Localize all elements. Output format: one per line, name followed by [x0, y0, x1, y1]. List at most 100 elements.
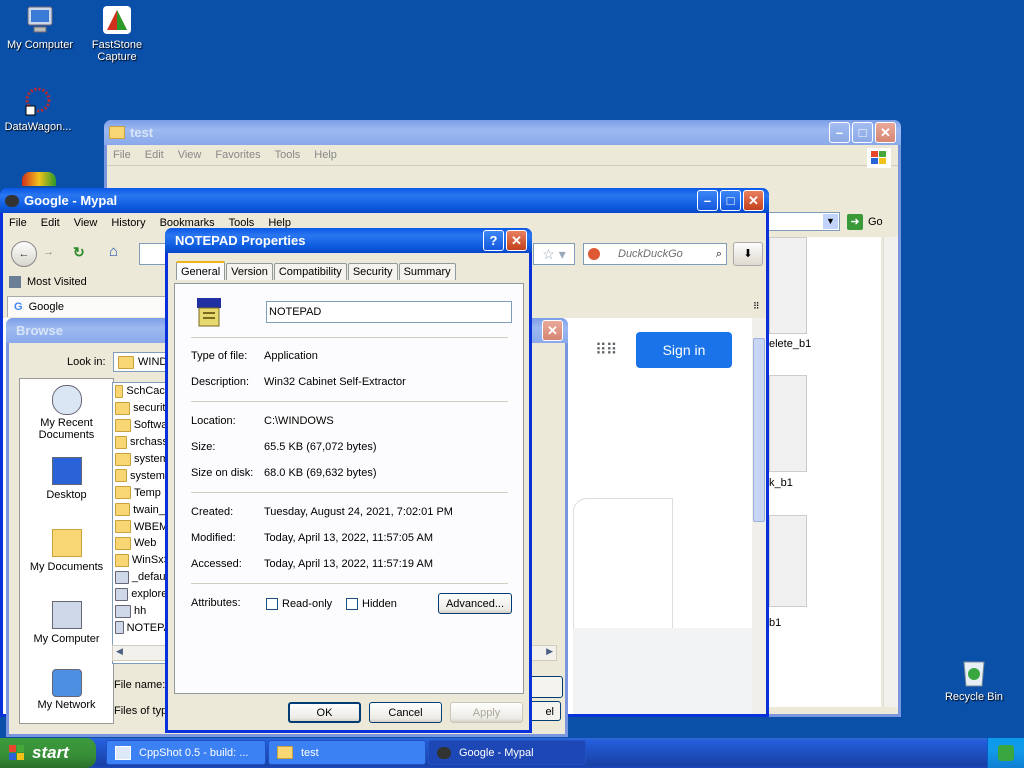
dialog-titlebar[interactable]: NOTEPAD Properties ? ✕	[165, 228, 532, 253]
minimize-button[interactable]: –	[829, 122, 850, 143]
tab-security[interactable]: Security	[347, 263, 398, 280]
hidden-label[interactable]: Hidden	[362, 598, 397, 610]
ok-button[interactable]: OK	[288, 702, 361, 723]
desktop-icon-my-computer[interactable]: My Computer	[0, 4, 80, 51]
list-item[interactable]: Temp	[113, 484, 171, 501]
chevron-right-icon[interactable]: ▶	[546, 646, 553, 657]
list-item[interactable]: Web	[113, 535, 171, 552]
desktop-icon-recycle-bin[interactable]: Recycle Bin	[934, 656, 1014, 703]
list-item[interactable]: WBEM	[113, 518, 171, 535]
file-thumbnail[interactable]	[769, 375, 807, 472]
help-button[interactable]: ?	[483, 230, 504, 251]
footer-area	[573, 628, 752, 714]
home-icon[interactable]: ⌂	[109, 243, 118, 260]
tab-summary[interactable]: Summary	[398, 263, 456, 280]
file-icon	[115, 621, 124, 635]
menu-edit[interactable]: Edit	[41, 217, 60, 229]
minimize-button[interactable]: –	[697, 190, 718, 211]
folder-icon	[115, 452, 131, 466]
desktop-icon-datawagon[interactable]: DataWagon...	[0, 86, 78, 133]
sign-in-button[interactable]: Sign in	[636, 332, 732, 368]
bookmark-most-visited[interactable]: Most Visited	[9, 276, 87, 288]
size-on-disk-value: 68.0 KB (69,632 bytes)	[264, 467, 377, 479]
menu-file[interactable]: File	[9, 217, 27, 229]
menu-edit[interactable]: Edit	[145, 149, 164, 161]
start-button[interactable]: start	[0, 738, 96, 768]
desktop-icon-faststone[interactable]: FastStone Capture	[77, 4, 157, 63]
look-in-dropdown[interactable]: WIND	[113, 352, 173, 372]
file-name-field[interactable]: NOTEPAD	[266, 301, 512, 323]
list-item[interactable]: explorer	[113, 586, 171, 603]
place-my-network[interactable]: My Network	[20, 665, 113, 721]
menu-tools[interactable]: Tools	[275, 149, 301, 161]
scrollbar[interactable]	[883, 237, 898, 707]
chevron-left-icon[interactable]: ◀	[116, 646, 123, 657]
list-item[interactable]: SchCach	[113, 383, 171, 400]
download-button[interactable]: ⬇	[733, 242, 763, 266]
file-thumbnail[interactable]	[769, 515, 807, 607]
hidden-checkbox[interactable]	[346, 598, 358, 610]
taskbar-item-mypal[interactable]: Google - Mypal	[428, 740, 586, 765]
browser-tab-google[interactable]: G Google	[7, 296, 167, 317]
tab-compatibility[interactable]: Compatibility	[273, 263, 347, 280]
tray-icon[interactable]	[998, 745, 1014, 761]
apps-grid-icon[interactable]: ⠿⠿	[595, 340, 617, 360]
file-thumbnail[interactable]	[769, 237, 807, 334]
menu-help[interactable]: Help	[314, 149, 337, 161]
search-box[interactable]: DuckDuckGo ⌕	[583, 243, 727, 265]
reload-icon[interactable]: ↻	[73, 244, 85, 261]
menu-favorites[interactable]: Favorites	[215, 149, 260, 161]
cancel-button[interactable]: Cancel	[369, 702, 442, 723]
back-button[interactable]: ←	[11, 241, 37, 267]
advanced-button[interactable]: Advanced...	[438, 593, 512, 614]
computer-icon	[24, 4, 56, 36]
mypal-titlebar[interactable]: Google - Mypal – □ ✕	[0, 188, 769, 213]
list-item[interactable]: WinSxS	[113, 552, 171, 569]
place-desktop[interactable]: Desktop	[20, 453, 113, 523]
test-window-titlebar[interactable]: test – □ ✕	[104, 120, 901, 145]
list-item[interactable]: Softwar	[113, 417, 171, 434]
properties-dialog[interactable]: NOTEPAD Properties ? ✕ General Version C…	[165, 228, 532, 733]
list-item[interactable]: security	[113, 400, 171, 417]
bookmark-star-icon[interactable]: ☆ ▾	[533, 243, 575, 265]
address-dropdown[interactable]: ▼	[767, 212, 840, 231]
menu-view[interactable]: View	[74, 217, 98, 229]
place-my-computer[interactable]: My Computer	[20, 595, 113, 665]
taskbar-item-test[interactable]: test	[268, 740, 426, 765]
go-arrow-icon: ➜	[847, 214, 863, 230]
readonly-checkbox[interactable]	[266, 598, 278, 610]
maximize-button[interactable]: □	[720, 190, 741, 211]
menu-view[interactable]: View	[178, 149, 202, 161]
search-icon[interactable]: ⌕	[716, 248, 722, 261]
go-button[interactable]: ➜ Go	[847, 212, 883, 232]
menu-file[interactable]: File	[113, 149, 131, 161]
close-button[interactable]: ✕	[743, 190, 764, 211]
list-item[interactable]: system	[113, 451, 171, 468]
notepad-file-icon	[193, 296, 225, 328]
place-my-recent-documents[interactable]: My Recent Documents	[20, 379, 113, 453]
list-item[interactable]: system3	[113, 467, 171, 484]
tab-list-icon[interactable]: ⠿	[753, 301, 760, 312]
list-item[interactable]: srchasst	[113, 434, 171, 451]
tab-version[interactable]: Version	[226, 263, 273, 280]
taskbar: start CppShot 0.5 - build: ... test Goog…	[0, 738, 1024, 768]
network-icon	[51, 669, 82, 697]
folder-icon	[115, 469, 128, 483]
apply-button[interactable]: Apply	[450, 702, 523, 723]
close-button[interactable]: ✕	[875, 122, 896, 143]
list-item[interactable]: hh	[113, 603, 171, 620]
maximize-button[interactable]: □	[852, 122, 873, 143]
close-button[interactable]: ✕	[542, 320, 563, 341]
menu-history[interactable]: History	[111, 217, 145, 229]
place-my-documents[interactable]: My Documents	[20, 523, 113, 595]
list-item[interactable]: NOTEPA	[113, 619, 171, 636]
taskbar-item-cppshot[interactable]: CppShot 0.5 - build: ...	[106, 740, 266, 765]
scrollbar-thumb[interactable]	[753, 338, 765, 522]
scrollbar[interactable]	[752, 318, 766, 714]
readonly-label[interactable]: Read-only	[282, 598, 332, 610]
list-item[interactable]: twain_3	[113, 501, 171, 518]
list-item[interactable]: _default	[113, 569, 171, 586]
forward-button[interactable]: →	[43, 246, 54, 258]
tab-general[interactable]: General	[176, 261, 226, 280]
close-button[interactable]: ✕	[506, 230, 527, 251]
